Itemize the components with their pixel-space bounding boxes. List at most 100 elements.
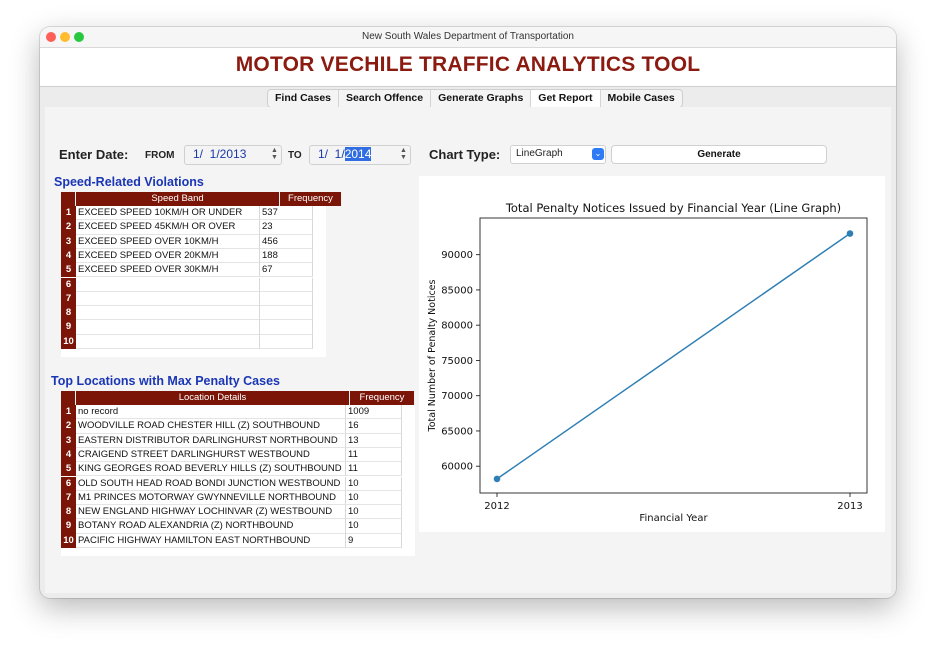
table-row[interactable]: 7 M1 PRINCES MOTORWAY GWYNNEVILLE NORTHBO… [61,490,402,506]
y-tick-label: 85000 [441,285,473,296]
enter-date-label: Enter Date: [59,147,129,162]
tab-find-cases[interactable]: Find Cases [268,90,340,107]
frequency-cell[interactable]: 10 [346,490,402,506]
frequency-cell[interactable] [260,291,313,307]
speed-band-cell[interactable] [76,334,260,349]
frequency-cell[interactable]: 456 [260,234,313,249]
frequency-cell[interactable]: 10 [346,476,402,491]
row-number: 10 [61,533,76,548]
table-row[interactable]: 1 no record 1009 [61,405,402,420]
location-cell[interactable]: WOODVILLE ROAD CHESTER HILL (Z) SOUTHBOU… [76,419,346,434]
speed-band-header[interactable]: Speed Band [76,192,280,206]
table-row[interactable]: 7 [61,291,313,307]
table-row[interactable]: 6 [61,277,313,292]
location-frequency-header[interactable]: Frequency [350,391,415,405]
table-row[interactable]: 5 EXCEED SPEED OVER 30KM/H 67 [61,263,313,278]
table-row[interactable]: 3 EASTERN DISTRIBUTOR DARLINGHURST NORTHB… [61,433,402,448]
location-cell[interactable]: CRAIGEND STREET DARLINGHURST WESTBOUND [76,447,346,463]
frequency-cell[interactable]: 10 [346,505,402,520]
location-cell[interactable]: no record [76,405,346,420]
frequency-cell[interactable]: 11 [346,462,402,477]
row-number: 9 [61,320,76,335]
speed-band-cell[interactable] [76,320,260,335]
location-cell[interactable]: KING GEORGES ROAD BEVERLY HILLS (Z) SOUT… [76,462,346,477]
from-date-field[interactable]: 1/ 1/2013 ▲ ▼ [184,145,282,165]
frequency-cell[interactable] [260,334,313,349]
row-number: 9 [61,519,76,534]
tab-get-report[interactable]: Get Report [531,90,601,107]
table-row[interactable]: 1 EXCEED SPEED 10KM/H OR UNDER 537 [61,206,313,221]
speed-band-cell[interactable]: EXCEED SPEED OVER 30KM/H [76,263,260,278]
app-window: New South Wales Department of Transporta… [40,27,896,598]
chart-type-value: LineGraph [516,148,563,159]
frequency-cell[interactable]: 10 [346,519,402,534]
location-cell[interactable]: BOTANY ROAD ALEXANDRIA (Z) NORTHBOUND [76,519,346,534]
frequency-cell[interactable]: 13 [346,433,402,448]
x-tick-label: 2012 [484,501,509,512]
location-cell[interactable]: NEW ENGLAND HIGHWAY LOCHINVAR (Z) WESTBO… [76,505,346,520]
data-point [493,475,501,483]
table-row[interactable]: 5 KING GEORGES ROAD BEVERLY HILLS (Z) SOU… [61,462,402,477]
table-row[interactable]: 9 [61,320,313,335]
row-number: 2 [61,220,76,235]
table-row[interactable]: 10 [61,334,313,349]
frequency-cell[interactable]: 16 [346,419,402,434]
to-date-stepper-icon[interactable]: ▲ ▼ [399,147,408,161]
table-row[interactable]: 6 OLD SOUTH HEAD ROAD BONDI JUNCTION WEST… [61,476,402,491]
y-tick-label: 90000 [441,250,473,261]
frequency-cell[interactable]: 23 [260,220,313,235]
location-cell[interactable]: PACIFIC HIGHWAY HAMILTON EAST NORTHBOUND [76,533,346,548]
chevron-down-icon[interactable]: ⌄ [592,148,604,160]
table-row[interactable]: 4 CRAIGEND STREET DARLINGHURST WESTBOUND 1… [61,447,402,463]
frequency-cell[interactable]: 537 [260,206,313,221]
speed-band-cell[interactable]: EXCEED SPEED 10KM/H OR UNDER [76,206,260,221]
frequency-cell[interactable]: 188 [260,248,313,264]
window-titlebar: New South Wales Department of Transporta… [40,27,896,48]
chart-type-label: Chart Type: [429,147,501,162]
location-cell[interactable]: OLD SOUTH HEAD ROAD BONDI JUNCTION WESTB… [76,476,346,491]
chart-type-select[interactable]: LineGraph ⌄ [510,145,606,164]
table-row[interactable]: 4 EXCEED SPEED OVER 20KM/H 188 [61,248,313,264]
to-date-field[interactable]: 1/ 1/2014 ▲ ▼ [309,145,411,165]
to-label: TO [288,150,302,161]
frequency-cell[interactable] [260,277,313,292]
tab-search-offence[interactable]: Search Offence [339,90,432,107]
speed-band-cell[interactable]: EXCEED SPEED OVER 20KM/H [76,248,260,264]
frequency-cell[interactable] [260,320,313,335]
generate-button[interactable]: Generate [611,145,827,164]
table-row[interactable]: 3 EXCEED SPEED OVER 10KM/H 456 [61,234,313,249]
tab-mobile-cases[interactable]: Mobile Cases [601,90,682,107]
location-cell[interactable]: EASTERN DISTRIBUTOR DARLINGHURST NORTHBO… [76,433,346,448]
from-date-stepper-icon[interactable]: ▲ ▼ [270,147,279,161]
frequency-cell[interactable]: 11 [346,447,402,463]
top-locations-table: Location Details Frequency 1 no record 100… [61,391,415,556]
row-number-header [61,192,76,206]
row-number: 1 [61,405,76,420]
from-date-value: 1/ 1/2013 [193,147,247,161]
row-number: 8 [61,306,76,321]
table-row[interactable]: 9 BOTANY ROAD ALEXANDRIA (Z) NORTHBOUND 10 [61,519,402,534]
row-number: 7 [61,490,76,506]
row-number: 1 [61,206,76,221]
y-tick-label: 65000 [441,426,473,437]
frequency-cell[interactable] [260,306,313,321]
y-axis-label: Total Number of Penalty Notices [427,279,438,432]
speed-band-cell[interactable] [76,291,260,307]
frequency-cell[interactable]: 9 [346,533,402,548]
location-cell[interactable]: M1 PRINCES MOTORWAY GWYNNEVILLE NORTHBOU… [76,490,346,506]
frequency-cell[interactable]: 67 [260,263,313,278]
speed-band-cell[interactable] [76,277,260,292]
table-row[interactable]: 10 PACIFIC HIGHWAY HAMILTON EAST NORTHBOU… [61,533,402,548]
location-details-header[interactable]: Location Details [76,391,350,405]
table-row[interactable]: 8 [61,306,313,321]
tab-generate-graphs[interactable]: Generate Graphs [431,90,532,107]
frequency-cell[interactable]: 1009 [346,405,402,420]
row-number: 4 [61,248,76,264]
speed-band-cell[interactable]: EXCEED SPEED 45KM/H OR OVER [76,220,260,235]
table-row[interactable]: 2 WOODVILLE ROAD CHESTER HILL (Z) SOUTHBO… [61,419,402,434]
speed-band-cell[interactable]: EXCEED SPEED OVER 10KM/H [76,234,260,249]
table-row[interactable]: 8 NEW ENGLAND HIGHWAY LOCHINVAR (Z) WESTB… [61,505,402,520]
speed-frequency-header[interactable]: Frequency [280,192,342,206]
speed-band-cell[interactable] [76,306,260,321]
table-row[interactable]: 2 EXCEED SPEED 45KM/H OR OVER 23 [61,220,313,235]
